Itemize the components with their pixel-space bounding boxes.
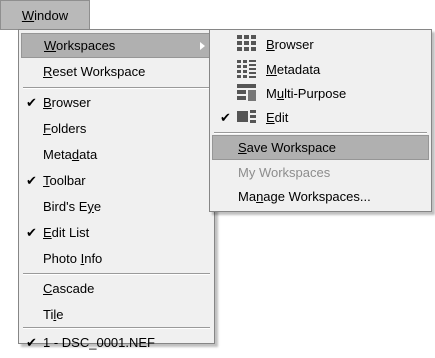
submenu-item-manage-workspaces-label: Manage Workspaces... xyxy=(238,189,371,204)
menu-item-open-file[interactable]: ✔ 1 - DSC_0001.NEF xyxy=(21,330,212,355)
checkmark-icon: ✔ xyxy=(26,334,37,350)
workspaces-submenu: Browser Metadata Multi-Purpose ✔ Edit Sa… xyxy=(209,29,432,212)
menu-item-metadata-label: Metadata xyxy=(43,147,98,162)
submenu-item-manage-workspaces[interactable]: Manage Workspaces... xyxy=(212,184,429,209)
menu-item-edit-list-label: Edit List xyxy=(43,225,90,240)
menu-item-folders-label: Folders xyxy=(43,121,87,136)
menu-item-edit-list[interactable]: ✔ Edit List xyxy=(21,220,212,245)
submenu-item-browser[interactable]: Browser xyxy=(212,32,429,57)
menu-item-open-file-label: 1 - DSC_0001.NEF xyxy=(43,335,155,350)
menu-item-cascade-label: Cascade xyxy=(43,281,95,296)
submenu-separator xyxy=(214,132,427,134)
browser-layout-icon xyxy=(237,35,257,56)
menu-separator xyxy=(23,273,210,275)
checkmark-icon: ✔ xyxy=(26,224,37,240)
submenu-item-metadata-label: Metadata xyxy=(266,62,321,77)
menu-item-tile-label: Tile xyxy=(43,307,64,322)
menu-item-cascade[interactable]: Cascade xyxy=(21,276,212,301)
submenu-item-metadata[interactable]: Metadata xyxy=(212,57,429,82)
submenu-arrow-icon xyxy=(200,41,205,50)
menu-item-reset-workspace[interactable]: Reset Workspace xyxy=(21,59,212,84)
submenu-item-save-workspace-label: Save Workspace xyxy=(238,140,337,155)
menu-item-browser-label: Browser xyxy=(43,95,91,110)
submenu-item-multi-purpose-label: Multi-Purpose xyxy=(266,86,347,101)
submenu-item-my-workspaces: My Workspaces xyxy=(212,160,429,185)
menu-separator xyxy=(23,87,210,89)
menu-separator xyxy=(23,327,210,329)
menu-item-reset-workspace-label: Reset Workspace xyxy=(43,64,146,79)
menu-item-metadata[interactable]: Metadata xyxy=(21,142,212,167)
submenu-item-browser-label: Browser xyxy=(266,37,314,52)
menu-window[interactable]: Window xyxy=(0,0,90,30)
menu-item-toolbar-label: Toolbar xyxy=(43,173,86,188)
menu-item-birds-eye[interactable]: Bird's Eye xyxy=(21,194,212,219)
edit-layout-icon xyxy=(237,108,257,129)
menu-item-photo-info[interactable]: Photo Info xyxy=(21,246,212,271)
submenu-item-multi-purpose[interactable]: Multi-Purpose xyxy=(212,81,429,106)
menu-window-label: Window xyxy=(21,7,69,23)
menu-item-workspaces[interactable]: Workspaces xyxy=(21,33,212,58)
menu-item-birds-eye-label: Bird's Eye xyxy=(43,199,102,214)
checkmark-icon: ✔ xyxy=(26,94,37,110)
menu-item-folders[interactable]: Folders xyxy=(21,116,212,141)
menu-item-tile[interactable]: Tile xyxy=(21,302,212,327)
submenu-item-my-workspaces-label: My Workspaces xyxy=(238,165,331,180)
multi-purpose-layout-icon xyxy=(237,84,257,105)
submenu-item-save-workspace[interactable]: Save Workspace xyxy=(212,135,429,160)
menu-item-browser[interactable]: ✔ Browser xyxy=(21,90,212,115)
menu-item-photo-info-label: Photo Info xyxy=(43,251,103,266)
submenu-item-edit-label: Edit xyxy=(266,110,289,125)
window-menu: Workspaces Reset Workspace ✔ Browser Fol… xyxy=(18,29,215,350)
checkmark-icon: ✔ xyxy=(220,109,231,125)
menu-item-workspaces-label: Workspaces xyxy=(44,38,116,53)
menu-item-toolbar[interactable]: ✔ Toolbar xyxy=(21,168,212,193)
metadata-layout-icon xyxy=(237,60,257,81)
submenu-item-edit[interactable]: ✔ Edit xyxy=(212,105,429,130)
checkmark-icon: ✔ xyxy=(26,172,37,188)
